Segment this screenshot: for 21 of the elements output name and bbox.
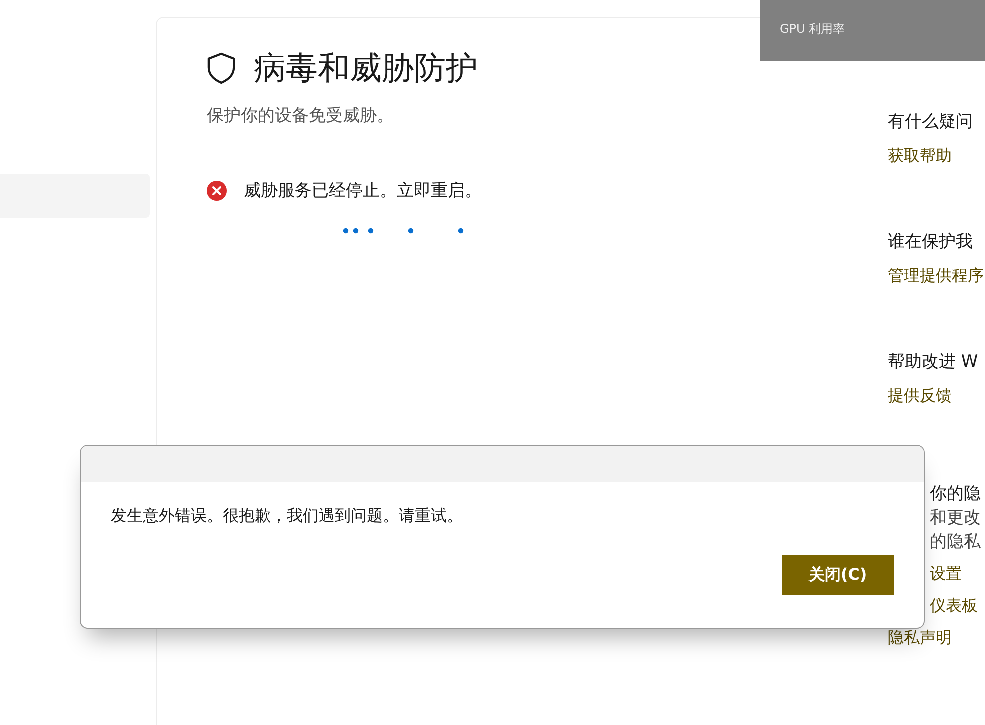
gpu-label: GPU 利用率 [780,21,846,38]
page-subtitle: 保护你的设备免受威胁。 [207,105,395,127]
link[interactable]: 获取帮助 [888,144,952,168]
link[interactable]: 仪表板 [930,594,978,618]
section-heading: 有什么疑问 [888,111,973,134]
error-icon [207,180,227,200]
section-heading: 你的隐 [930,483,981,506]
link[interactable]: 设置 [930,562,962,586]
link[interactable]: 隐私声明 [888,626,952,650]
link[interactable]: 提供反馈 [888,384,952,408]
section-heading: 谁在保护我 [888,231,973,254]
link[interactable]: 管理提供程序 [888,264,984,288]
shield-icon [207,52,236,84]
section-heading: 帮助改进 W [888,351,978,374]
dialog-message: 发生意外错误。很抱歉，我们遇到问题。请重试。 [111,506,464,527]
section-text: 和更改 [930,507,981,530]
alert-message: 威胁服务已经停止。立即重启。 [244,180,482,202]
close-button[interactable]: 关闭(C) [782,555,894,595]
page-title: 病毒和威胁防护 [254,48,478,89]
loading-dots-icon [343,228,465,234]
section-text: 的隐私 [930,531,981,554]
